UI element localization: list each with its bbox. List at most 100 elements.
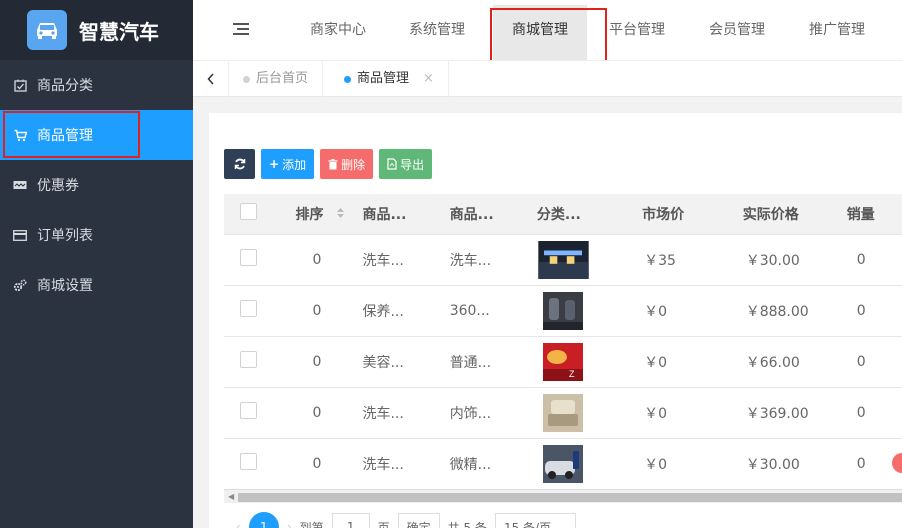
tab-dot-icon (243, 75, 250, 83)
page-unit-label: 页 (377, 520, 390, 528)
scroll-left-arrow-icon[interactable]: ◀ (228, 492, 234, 501)
cell-product-category: 美容... (362, 336, 450, 388)
cell-actual-price: ￥30.00 (727, 234, 837, 286)
header-sort[interactable]: 排序 (278, 194, 363, 235)
sidebar-item-shop-settings[interactable]: 商城设置 (0, 260, 193, 310)
cell-image (536, 438, 625, 490)
tab-dot-icon (344, 75, 351, 83)
cell-sales: 0 (836, 336, 902, 388)
export-file-icon (387, 158, 397, 170)
table-row[interactable]: 0 洗车... 内饰... ￥0 ￥369.00 0 (224, 387, 902, 439)
tab-label: 商品管理 (357, 71, 410, 86)
sidebar-item-product-management[interactable]: 商品管理 (0, 110, 193, 160)
pagination: ‹ 1 › 到第 1 页 确定 共 5 条 15 条/页 ⌄ (224, 512, 577, 528)
coupon-icon (13, 178, 27, 192)
cell-sales: 0 (836, 387, 902, 439)
svg-text:Z: Z (569, 369, 575, 379)
gears-icon (13, 278, 27, 292)
header-product-name: 商品... (449, 194, 537, 235)
product-image-storefront[interactable] (537, 240, 590, 279)
product-image-car-wash[interactable] (542, 444, 583, 483)
tabs-scroll-left-button[interactable] (193, 61, 229, 97)
cell-actual-price: ￥30.00 (727, 438, 837, 490)
product-image-car-seats[interactable] (542, 291, 583, 330)
cell-sales: 0 (836, 285, 902, 337)
sidebar-item-label: 优惠券 (37, 178, 79, 194)
page-input[interactable]: 1 (331, 513, 370, 528)
table-row[interactable]: 0 洗车... 微精... ￥0 ￥30.00 0 (224, 438, 902, 490)
nav-merchant-center[interactable]: 商家中心 (308, 0, 368, 60)
add-button[interactable]: + 添加 (261, 149, 315, 179)
header-category-image: 分类... (536, 194, 625, 235)
toolbar: + 添加 删除 导出 (224, 149, 433, 179)
prev-page-icon[interactable]: ‹ (236, 520, 241, 528)
cell-market-price: ￥0 (624, 438, 728, 490)
header-sales: 销量 (836, 194, 902, 235)
product-image-car-polish[interactable]: Z (542, 342, 583, 381)
cell-market-price: ￥0 (624, 336, 728, 388)
next-page-icon[interactable]: › (287, 520, 292, 528)
cell-sales: 0 (836, 234, 902, 286)
table-row[interactable]: 0 保养... 360... ￥0 ￥888.00 0 (224, 285, 902, 337)
cell-product-category: 保养... (362, 285, 450, 337)
cart-icon (13, 128, 27, 142)
per-page-value: 15 条/页 (503, 520, 552, 528)
top-header: 商家中心 系统管理 商城管理 平台管理 会员管理 推广管理 (193, 0, 902, 75)
nav-system-management[interactable]: 系统管理 (407, 0, 467, 60)
cell-image (536, 234, 625, 286)
table-header-row: 排序 商品... 商品... 分类... 市场价 实际价格 销量 (224, 194, 902, 235)
sidebar-item-label: 商品分类 (37, 78, 93, 94)
nav-promotion-management[interactable]: 推广管理 (807, 0, 867, 60)
cell-market-price: ￥0 (624, 285, 728, 337)
add-button-label: 添加 (282, 157, 307, 172)
tab-product-management[interactable]: 商品管理 × (330, 61, 449, 97)
cell-product-name: 微精... (449, 438, 537, 490)
sidebar-item-label: 商品管理 (37, 128, 93, 144)
app-title: 智慧汽车 (79, 19, 159, 44)
sidebar-item-orders[interactable]: 订单列表 (0, 210, 193, 260)
nav-member-management[interactable]: 会员管理 (707, 0, 767, 60)
sidebar-item-label: 商城设置 (37, 278, 93, 294)
nav-mall-management[interactable]: 商城管理 (493, 5, 587, 60)
close-icon[interactable]: × (423, 61, 434, 97)
scrollbar-thumb[interactable] (238, 493, 902, 502)
cell-sort: 0 (278, 336, 363, 388)
cell-product-category: 洗车... (362, 234, 450, 286)
row-checkbox[interactable] (240, 249, 257, 266)
cell-product-category: 洗车... (362, 387, 450, 439)
sidebar-item-category[interactable]: 商品分类 (0, 60, 193, 110)
sidebar: 智慧汽车 商品分类 商品管理 优惠券 订单列表 商城设置 (0, 0, 193, 528)
page-button-current[interactable]: 1 (248, 512, 279, 528)
car-logo-icon (27, 10, 67, 50)
export-button[interactable]: 导出 (379, 149, 433, 179)
row-checkbox[interactable] (240, 300, 257, 317)
table-row[interactable]: 0 美容... 普通... Z ￥0 ￥66.00 0 (224, 336, 902, 388)
sort-icon[interactable] (336, 207, 345, 223)
header-actual-price: 实际价格 (727, 194, 837, 235)
cell-product-name: 洗车... (449, 234, 537, 286)
delete-button[interactable]: 删除 (320, 149, 374, 179)
select-all-cell[interactable] (224, 194, 279, 235)
confirm-button[interactable]: 确定 (397, 513, 440, 528)
row-checkbox[interactable] (240, 453, 257, 470)
row-checkbox[interactable] (240, 402, 257, 419)
table-row[interactable]: 0 洗车... 洗车... ￥35 ￥30.00 0 (224, 234, 902, 286)
header-market-price: 市场价 (624, 194, 728, 235)
refresh-button[interactable] (224, 149, 255, 179)
select-all-checkbox[interactable] (240, 203, 257, 221)
nav-platform-management[interactable]: 平台管理 (607, 0, 667, 60)
cell-actual-price: ￥66.00 (727, 336, 837, 388)
plus-icon: + (269, 157, 280, 171)
tab-home[interactable]: 后台首页 (229, 61, 324, 97)
sidebar-item-coupon[interactable]: 优惠券 (0, 160, 193, 210)
horizontal-scrollbar[interactable]: ◀ (224, 489, 902, 503)
logo: 智慧汽车 (0, 0, 193, 60)
per-page-select[interactable]: 15 条/页 ⌄ (494, 513, 577, 528)
menu-toggle-icon[interactable] (233, 23, 249, 37)
product-table: 排序 商品... 商品... 分类... 市场价 实际价格 销量 0 洗车...… (224, 194, 902, 490)
tabs-bar: 后台首页 商品管理 × (193, 60, 902, 97)
product-image-car-interior[interactable] (542, 393, 583, 432)
row-checkbox[interactable] (240, 351, 257, 368)
delete-button-label: 删除 (341, 157, 366, 172)
sidebar-item-label: 订单列表 (37, 228, 93, 244)
